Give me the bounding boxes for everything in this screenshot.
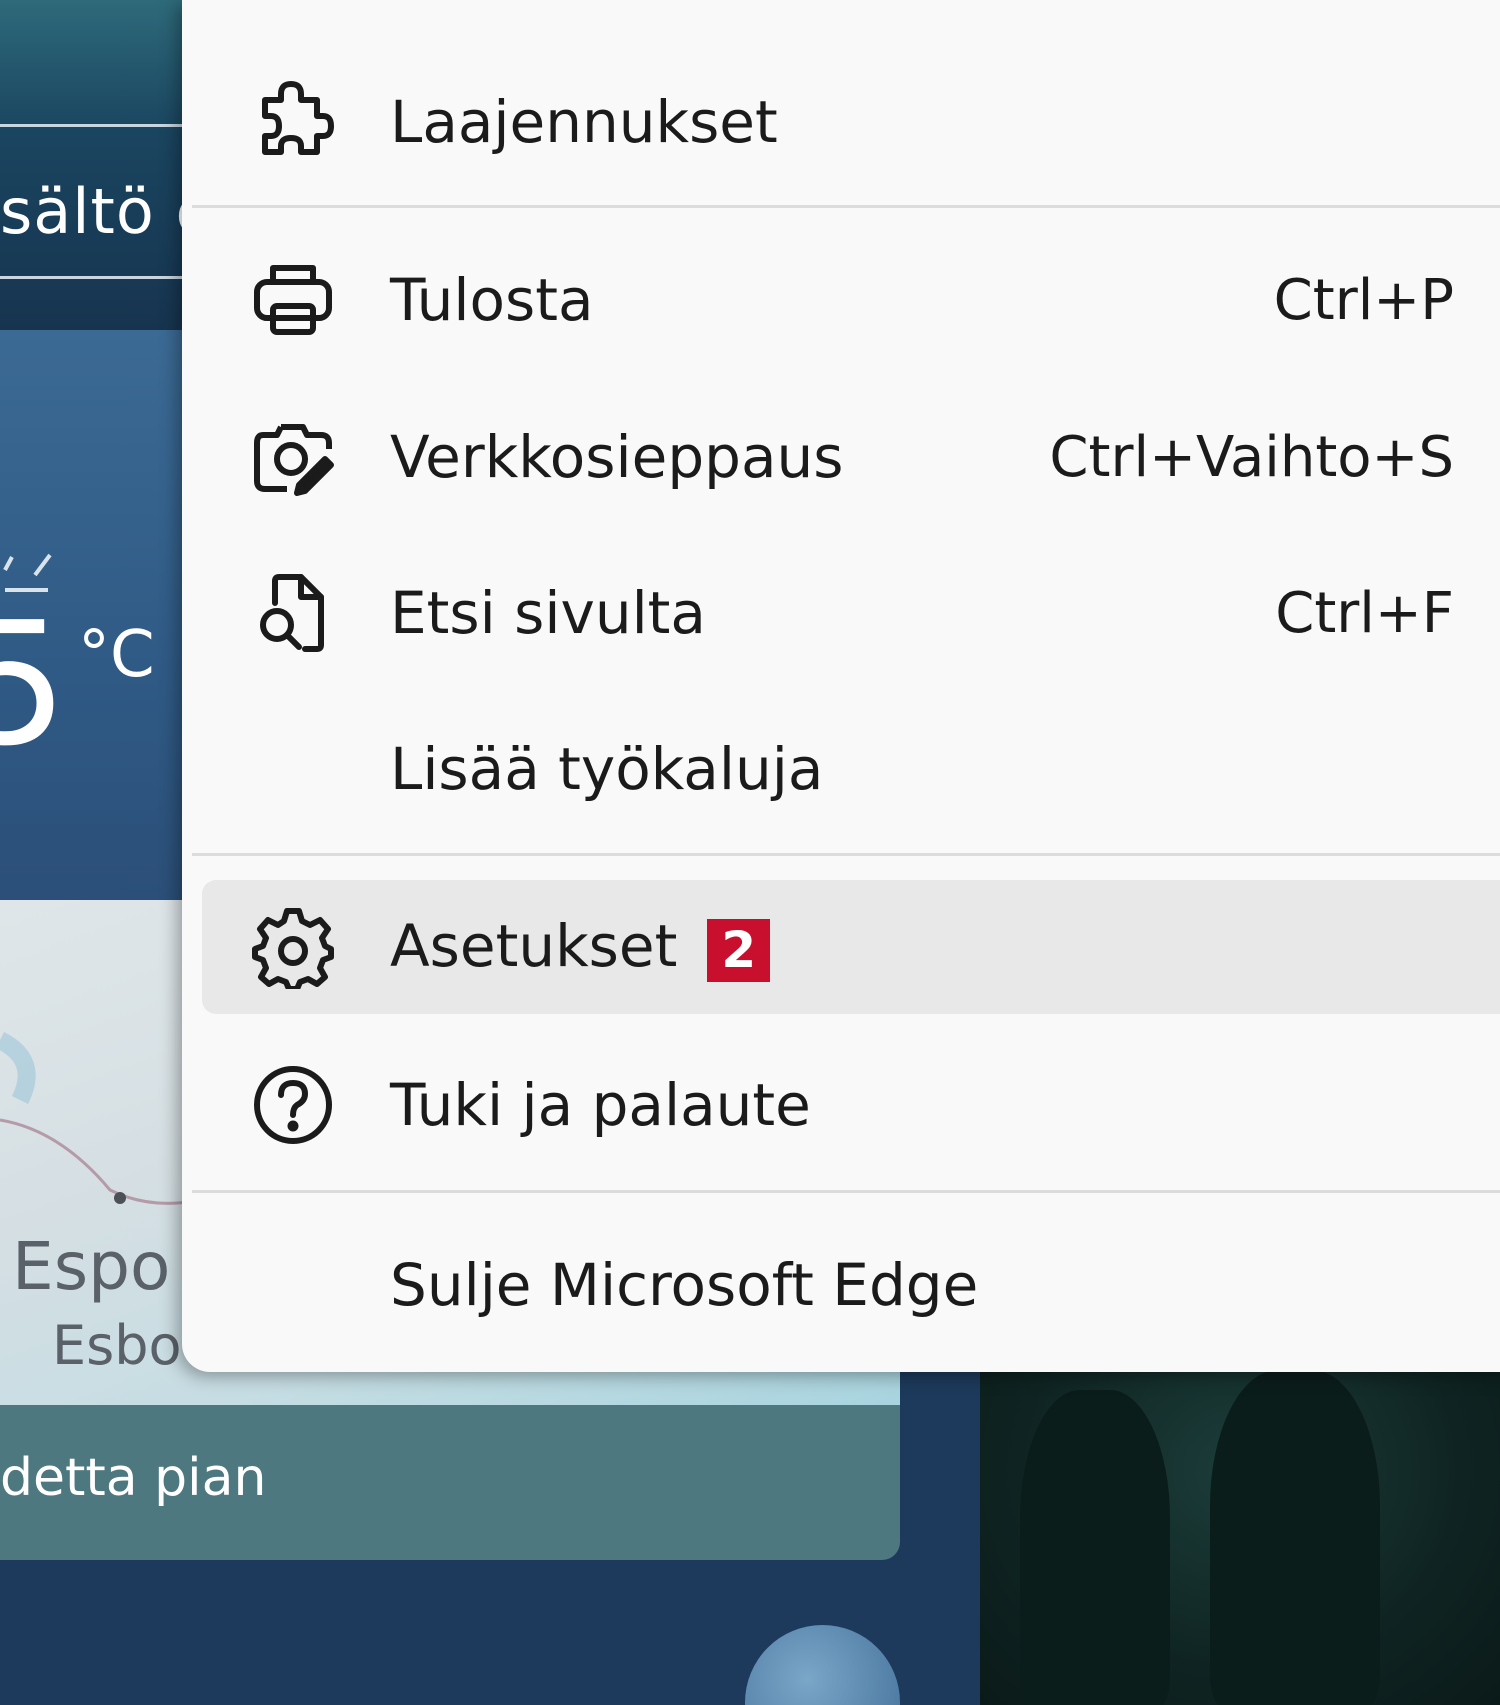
- menu-item-settings[interactable]: Asetukset 2: [202, 880, 1500, 1014]
- web-capture-icon: [250, 414, 336, 500]
- menu-item-label: Etsi sivulta: [390, 579, 706, 647]
- printer-icon: [250, 257, 336, 343]
- menu-divider: [192, 853, 1500, 856]
- menu-divider: [192, 1190, 1500, 1193]
- menu-item-label: Verkkosieppaus: [390, 423, 844, 491]
- menu-item-label: Laajennukset: [390, 88, 778, 156]
- menu-divider: [192, 205, 1500, 208]
- menu-item-shortcut: Ctrl+P: [1273, 267, 1454, 333]
- menu-item-find-on-page[interactable]: Etsi sivulta Ctrl+F: [202, 546, 1500, 680]
- temperature-unit: °C: [78, 618, 155, 692]
- banner-divider-bottom: [0, 276, 190, 279]
- menu-item-shortcut: Ctrl+Vaihto+S: [1049, 424, 1454, 490]
- menu-item-label: Asetukset: [390, 912, 678, 981]
- content-heading[interactable]: sältö c: [0, 175, 211, 248]
- menu-item-help-feedback[interactable]: Tuki ja palaute: [202, 1038, 1500, 1172]
- menu-item-label-group: Asetukset 2: [390, 912, 771, 982]
- forest-image: [980, 1370, 1500, 1705]
- menu-item-close-edge[interactable]: Sulje Microsoft Edge: [202, 1218, 1500, 1352]
- menu-item-label: Lisää työkaluja: [390, 735, 824, 803]
- map-location-dot: [114, 1192, 126, 1204]
- menu-item-shortcut: Ctrl+F: [1275, 580, 1454, 646]
- temperature-value: 5: [0, 586, 69, 784]
- help-icon: [250, 1062, 336, 1148]
- map-city-label: Espo: [12, 1228, 171, 1305]
- menu-item-extensions[interactable]: Laajennukset: [202, 55, 1500, 189]
- find-on-page-icon: [250, 570, 336, 656]
- step-number-badge: 2: [707, 918, 771, 982]
- edge-settings-menu: Laajennukset Tulosta Ctrl+P Verkkosieppa…: [182, 0, 1500, 1372]
- puzzle-icon: [250, 79, 336, 165]
- menu-item-more-tools[interactable]: Lisää työkaluja: [202, 702, 1500, 836]
- menu-item-label: Sulje Microsoft Edge: [390, 1251, 979, 1319]
- content-banner: [0, 0, 190, 330]
- menu-item-label: Tuki ja palaute: [390, 1071, 811, 1139]
- menu-item-web-capture[interactable]: Verkkosieppaus Ctrl+Vaihto+S: [202, 390, 1500, 524]
- menu-item-print[interactable]: Tulosta Ctrl+P: [202, 233, 1500, 367]
- banner-divider-top: [0, 124, 190, 127]
- menu-item-label: Tulosta: [390, 266, 594, 334]
- gear-icon: [250, 904, 336, 990]
- map-city-label-swedish: Esbo: [52, 1314, 182, 1377]
- info-card-text: detta pian: [0, 1448, 267, 1508]
- floating-action-button[interactable]: [745, 1625, 900, 1705]
